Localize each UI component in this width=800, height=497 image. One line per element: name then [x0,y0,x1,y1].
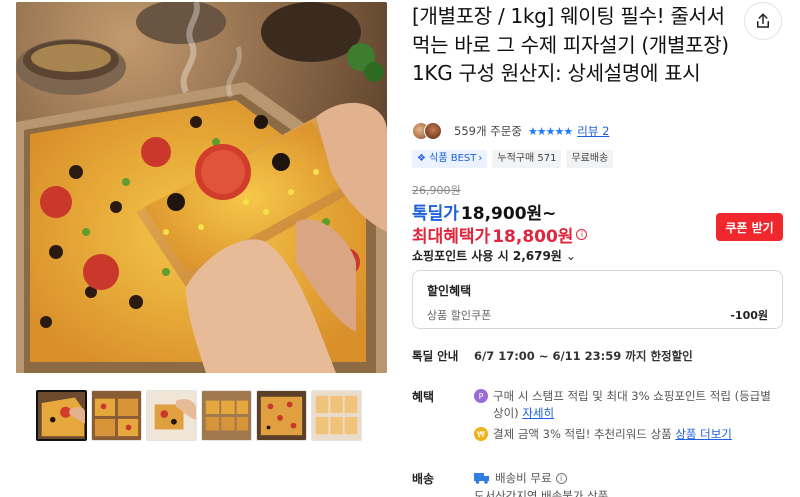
share-button[interactable] [744,2,782,40]
shipping-fee: 배송비 무료 i [474,470,567,486]
discount-title: 할인혜택 [427,284,472,298]
deal-notice-value: 6/7 17:00 ~ 6/11 23:59 까지 한정할인 [474,349,693,363]
won-icon: ₩ [474,427,488,441]
review-link[interactable]: 리뷰 2 [577,123,609,139]
info-icon[interactable]: i [555,472,567,484]
cumulative-purchase-badge: 누적구매 571 [492,150,562,168]
shipping-restriction: 도서산간지역 배송불가 상품 [474,489,609,497]
order-count: 559개 주문중 [454,124,522,138]
benefit-stamp: P 구매 시 스탬프 적립 및 최대 3% 쇼핑포인트 적립 (등급별 상이) … [474,388,774,422]
thumbnail-4[interactable] [201,390,252,441]
free-shipping-badge: 무료배송 [566,150,614,168]
discount-row: 상품 할인쿠폰 -100원 [427,307,768,323]
discount-label: 상품 할인쿠폰 [427,309,492,322]
discount-amount: -100원 [730,309,768,322]
benefits-label: 혜택 [412,390,435,404]
chevron-right-icon: › [478,153,483,164]
thumbnail-2[interactable] [91,390,142,441]
food-best-badge[interactable]: ❖ 식품 BEST › [412,150,488,168]
details-link[interactable]: 자세히 [522,406,554,420]
thumbnail-5[interactable] [256,390,307,441]
review-summary: 559개 주문중 ★★★★★ 리뷰 2 [412,121,609,141]
thumbnail-strip [36,390,362,441]
truck-icon [474,473,489,484]
max-benefit-label: 최대혜택가 [412,227,491,247]
best-badge-icon: ❖ [417,153,426,164]
deal-notice: 톡딜 안내 6/7 17:00 ~ 6/11 23:59 까지 한정할인 [412,348,693,364]
reviewer-avatars [412,122,442,140]
thumbnail-1[interactable] [36,390,87,441]
product-detail-panel: [개별포장 / 1kg] 웨이팅 필수! 줄서서 먹는 바로 그 수제 피자설기… [412,0,784,88]
discount-box: 할인혜택 상품 할인쿠폰 -100원 [412,270,783,329]
main-product-image[interactable] [16,2,387,373]
avatar [424,122,442,140]
deal-price-label: 톡딜가 [412,204,459,224]
point-icon: P [474,389,488,403]
product-title: [개별포장 / 1kg] 웨이팅 필수! 줄서서 먹는 바로 그 수제 피자설기… [412,4,729,85]
share-icon [757,13,769,28]
shipping-label: 배송 [412,472,435,486]
max-benefit-price: 18,800원 [492,227,574,247]
coupon-button[interactable]: 쿠폰 받기 [716,213,783,241]
benefit-reward: ₩ 결제 금액 3% 적립! 추천리워드 상품 상품 더보기 [474,426,784,443]
thumbnail-6[interactable] [311,390,362,441]
thumbnail-3[interactable] [146,390,197,441]
star-rating: ★★★★★ [527,124,573,138]
deal-price-row: 톡딜가 18,900원~ [412,199,556,224]
badge-row: ❖ 식품 BEST › 누적구매 571 무료배송 [412,150,614,168]
original-price: 26,900원 [412,184,461,197]
max-benefit-row: 최대혜택가 18,800원 i [412,222,588,247]
info-icon[interactable]: i [576,229,588,240]
deal-notice-label: 톡딜 안내 [412,349,459,363]
more-products-link[interactable]: 상품 더보기 [675,427,732,441]
deal-price: 18,900원~ [460,204,557,224]
chevron-down-icon: ⌄ [565,248,576,263]
points-dropdown[interactable]: 쇼핑포인트 사용 시 2,679원 ⌄ [412,247,576,264]
